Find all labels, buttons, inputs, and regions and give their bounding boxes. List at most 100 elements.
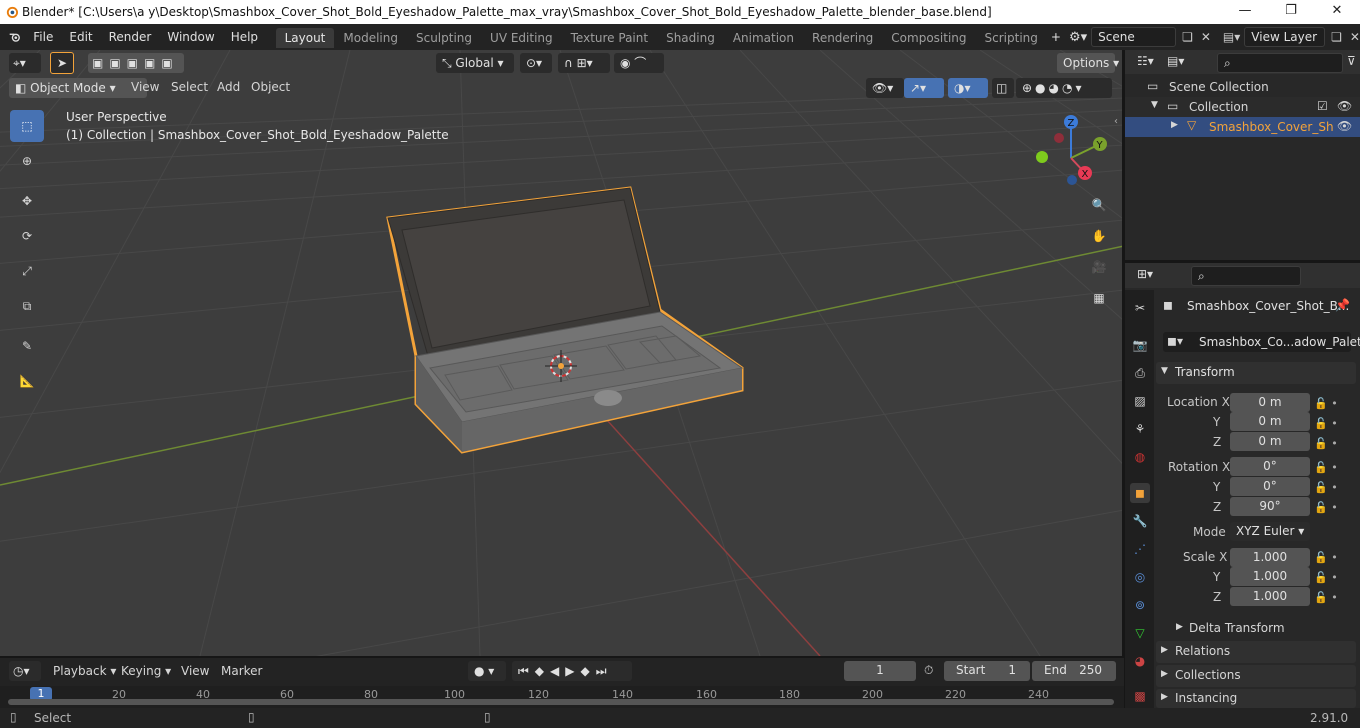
properties-search-input[interactable]: ⌕ bbox=[1191, 266, 1301, 286]
eye-icon[interactable]: 👁 bbox=[1337, 119, 1352, 133]
overlay-toggle[interactable]: ◑▾ bbox=[948, 78, 988, 98]
sidebar-toggle-icon[interactable]: ‹ bbox=[1114, 116, 1118, 127]
collections-panel-header[interactable]: ▶ Collections bbox=[1156, 665, 1356, 687]
move-tool[interactable]: ✥ bbox=[10, 185, 44, 217]
transform-panel-header[interactable]: ▼ Transform bbox=[1156, 362, 1356, 384]
tab-scripting[interactable]: Scripting bbox=[976, 28, 1047, 48]
outliner-row-object[interactable]: ▶ ▽ Smashbox_Cover_Sh 👁 bbox=[1125, 117, 1360, 137]
outliner-search-input[interactable]: ⌕ bbox=[1217, 53, 1343, 73]
rotation-z-field[interactable]: 90° bbox=[1230, 497, 1310, 516]
menu-render[interactable]: Render bbox=[101, 24, 160, 50]
lock-icon[interactable]: 🔓 • bbox=[1314, 548, 1354, 568]
expand-arrow-icon[interactable]: ▶ bbox=[1171, 120, 1178, 130]
snapping-controls[interactable]: ∩ ⊞▾ bbox=[558, 53, 610, 73]
3d-viewport[interactable]: User Perspective (1) Collection | Smashb… bbox=[0, 50, 1124, 656]
add-workspace-button[interactable]: + bbox=[1047, 24, 1065, 50]
tab-rendering[interactable]: Rendering bbox=[803, 28, 882, 48]
cursor-tool[interactable]: ⊕ bbox=[10, 145, 44, 177]
pin-icon[interactable]: 📌 bbox=[1335, 298, 1350, 312]
eye-icon[interactable]: 👁 bbox=[1337, 99, 1352, 113]
scale-y-field[interactable]: 1.000 bbox=[1230, 567, 1310, 586]
pan-button[interactable]: ✋ bbox=[1087, 224, 1111, 248]
timeline-editor-type[interactable]: ◷▾ bbox=[9, 661, 41, 681]
menu-object[interactable]: Object bbox=[251, 80, 290, 94]
delta-transform-subpanel[interactable]: ▶ Delta Transform bbox=[1172, 620, 1352, 638]
object-mode-dropdown[interactable]: ◧ Object Mode ▾ bbox=[9, 78, 147, 98]
pivot-point-dropdown[interactable]: ⊙▾ bbox=[520, 53, 552, 73]
tab-compositing[interactable]: Compositing bbox=[882, 28, 975, 48]
menu-select[interactable]: Select bbox=[171, 80, 208, 94]
world-tab[interactable]: ◍ bbox=[1130, 447, 1150, 467]
menu-edit[interactable]: Edit bbox=[61, 24, 100, 50]
tab-animation[interactable]: Animation bbox=[724, 28, 803, 48]
material-tab[interactable]: ◕ bbox=[1130, 651, 1150, 671]
outliner-editor-icon[interactable]: ☷▾ bbox=[1137, 54, 1154, 68]
new-view-layer-icon[interactable]: ❏ bbox=[1331, 30, 1342, 44]
marker-menu[interactable]: Marker bbox=[221, 664, 262, 678]
measure-tool[interactable]: 📐 bbox=[10, 365, 44, 397]
tab-texture-paint[interactable]: Texture Paint bbox=[562, 28, 657, 48]
lock-icon[interactable]: 🔓 • bbox=[1314, 588, 1354, 608]
palette-object[interactable] bbox=[386, 186, 744, 454]
menu-help[interactable]: Help bbox=[223, 24, 266, 50]
data-tab[interactable]: ▽ bbox=[1130, 623, 1150, 643]
menu-view[interactable]: View bbox=[131, 80, 159, 94]
tab-shading[interactable]: Shading bbox=[657, 28, 724, 48]
options-dropdown[interactable]: Options ▾ bbox=[1057, 53, 1119, 73]
proportional-editing[interactable]: ◉ ⌒ bbox=[614, 53, 664, 73]
outliner-row-scene-collection[interactable]: ▭ Scene Collection bbox=[1125, 77, 1360, 97]
tab-uv-editing[interactable]: UV Editing bbox=[481, 28, 562, 48]
rotation-y-field[interactable]: 0° bbox=[1230, 477, 1310, 496]
render-tab[interactable]: 📷 bbox=[1130, 335, 1150, 355]
outliner-row-collection[interactable]: ▼ ▭ Collection ☑ 👁 bbox=[1125, 97, 1360, 117]
view-layer-tab[interactable]: ▨ bbox=[1130, 391, 1150, 411]
select-box-tool[interactable]: ⬚ bbox=[10, 110, 44, 142]
scale-tool[interactable]: ⤢ bbox=[10, 255, 44, 287]
editor-type-button[interactable]: ⌖▾ bbox=[9, 53, 41, 73]
display-mode-icon[interactable]: ▤▾ bbox=[1167, 54, 1184, 68]
maximize-button[interactable]: ❐ bbox=[1268, 0, 1314, 24]
blender-menu-icon[interactable] bbox=[9, 30, 21, 44]
lock-icon[interactable]: 🔓 • bbox=[1314, 458, 1354, 478]
filter-icon[interactable]: ⊽ bbox=[1347, 54, 1356, 68]
rotate-tool[interactable]: ⟳ bbox=[10, 220, 44, 252]
tool-tab[interactable]: ✂ bbox=[1130, 298, 1150, 318]
location-y-field[interactable]: 0 m bbox=[1230, 412, 1310, 431]
delete-scene-icon[interactable]: ✕ bbox=[1201, 30, 1211, 44]
transform-orientation-dropdown[interactable]: ⤡ Global ▾ bbox=[436, 53, 514, 73]
data-block-selector[interactable]: ◼▾ Smashbox_Co...adow_Palette bbox=[1163, 332, 1360, 352]
rotation-mode-dropdown[interactable]: XYZ Euler ▾ bbox=[1230, 522, 1310, 541]
constraints-tab[interactable]: ⊚ bbox=[1130, 595, 1150, 615]
instancing-panel-header[interactable]: ▶ Instancing bbox=[1156, 689, 1356, 708]
playback-menu[interactable]: Playback ▾ bbox=[53, 664, 116, 678]
auto-keying-toggle[interactable]: ● ▾ bbox=[468, 661, 506, 681]
timeline-ruler[interactable]: 1 20 40 60 80 100 120 140 160 180 200 22… bbox=[0, 686, 1124, 708]
zoom-button[interactable]: 🔍 bbox=[1087, 193, 1111, 217]
timeline-view-menu[interactable]: View bbox=[181, 664, 209, 678]
location-z-field[interactable]: 0 m bbox=[1230, 432, 1310, 451]
visibility-dropdown[interactable]: 👁▾ bbox=[866, 78, 904, 98]
lock-icon[interactable]: 🔓 • bbox=[1314, 478, 1354, 498]
annotate-tool[interactable]: ✎ bbox=[10, 330, 44, 362]
playback-controls[interactable]: ⏮◆◀▶◆⏭ bbox=[512, 661, 632, 681]
delete-view-layer-icon[interactable]: ✕ bbox=[1350, 30, 1360, 44]
select-mode-buttons[interactable]: ▣▣▣▣▣ bbox=[88, 53, 184, 73]
start-frame-field[interactable]: Start 1 bbox=[944, 661, 1030, 681]
lock-icon[interactable]: 🔓 • bbox=[1314, 394, 1354, 414]
scale-x-field[interactable]: 1.000 bbox=[1230, 548, 1310, 567]
scene-tab[interactable]: ⚘ bbox=[1130, 419, 1150, 439]
timeline-scrollbar[interactable] bbox=[8, 699, 1114, 705]
view-layer-selector[interactable]: View Layer bbox=[1244, 27, 1326, 47]
ortho-toggle-button[interactable]: ▦ bbox=[1087, 286, 1111, 310]
timer-icon[interactable]: ⏱ bbox=[924, 663, 933, 678]
shading-mode-buttons[interactable]: ⊕●◕◔▾ bbox=[1016, 78, 1112, 98]
scene-icon[interactable]: ⚙▾ bbox=[1069, 30, 1087, 45]
modifier-tab[interactable]: 🔧 bbox=[1130, 511, 1150, 531]
expand-arrow-icon[interactable]: ▼ bbox=[1151, 100, 1158, 110]
navigation-gizmo[interactable]: Z Y X bbox=[1028, 110, 1112, 190]
transform-tool[interactable]: ⧉ bbox=[10, 290, 44, 322]
lock-icon[interactable]: 🔓 • bbox=[1314, 414, 1354, 434]
properties-editor-icon[interactable]: ⊞▾ bbox=[1137, 267, 1153, 281]
location-x-field[interactable]: 0 m bbox=[1230, 393, 1310, 412]
keying-menu[interactable]: Keying ▾ bbox=[121, 664, 171, 678]
